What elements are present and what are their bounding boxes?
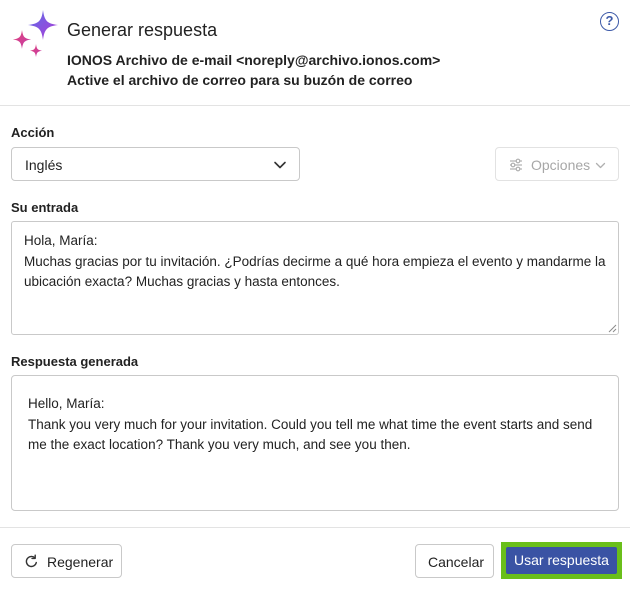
output-label: Respuesta generada xyxy=(11,354,139,369)
email-sender: IONOS Archivo de e-mail <noreply@archivo… xyxy=(67,52,441,68)
refresh-icon xyxy=(25,554,37,568)
regenerate-button[interactable]: Regenerar xyxy=(11,544,122,578)
generated-response: Hello, María: Thank you very much for yo… xyxy=(11,375,619,511)
input-label: Su entrada xyxy=(11,200,79,215)
footer-divider xyxy=(0,527,630,528)
input-line-body: Muchas gracias por tu invitación. ¿Podrí… xyxy=(24,253,606,290)
cancel-button[interactable]: Cancelar xyxy=(415,544,494,578)
sliders-icon xyxy=(510,158,522,172)
output-line-greeting: Hello, María: xyxy=(28,396,105,411)
email-subject: Active el archivo de correo para su buzó… xyxy=(67,72,413,88)
use-response-button[interactable]: Usar respuesta xyxy=(506,547,617,574)
options-button[interactable]: Opciones xyxy=(495,147,619,181)
help-icon[interactable]: ? xyxy=(600,12,619,31)
accion-label: Acción xyxy=(11,125,55,140)
accion-selected-value: Inglés xyxy=(25,157,63,173)
dialog-title: Generar respuesta xyxy=(67,20,218,40)
input-line-greeting: Hola, María: xyxy=(24,233,98,248)
resize-grip-icon[interactable] xyxy=(607,323,617,333)
chevron-down-icon xyxy=(274,161,286,169)
cancel-label: Cancelar xyxy=(428,554,485,570)
options-label: Opciones xyxy=(531,157,591,173)
output-line-body: Thank you very much for your invitation.… xyxy=(28,416,593,453)
regenerate-label: Regenerar xyxy=(47,554,114,570)
chevron-down-icon xyxy=(595,162,606,169)
input-textarea[interactable]: Hola, María: Muchas gracias por tu invit… xyxy=(11,221,619,335)
sparkles-icon xyxy=(13,10,58,57)
accion-select[interactable]: Inglés xyxy=(11,147,300,181)
dialog-header: Generar respuesta IONOS Archivo de e-mai… xyxy=(0,0,630,106)
